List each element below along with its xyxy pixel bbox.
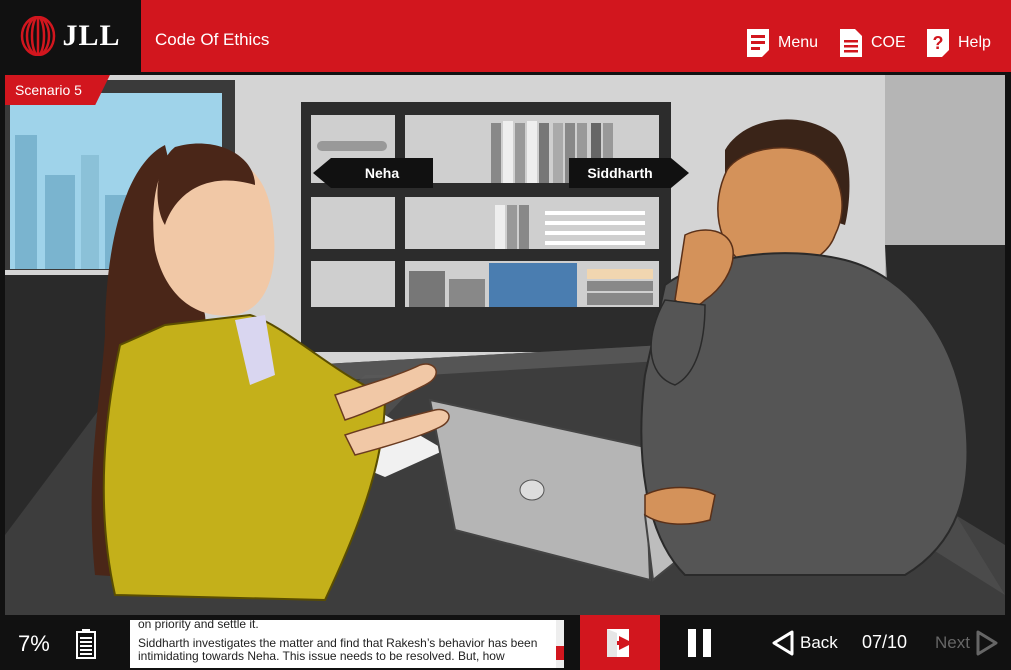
progress-battery-icon (76, 629, 96, 659)
back-arrow-icon (772, 630, 794, 656)
help-label: Help (958, 34, 991, 51)
jll-logo-icon (21, 16, 56, 56)
document-icon (840, 29, 862, 57)
menu-icon (747, 29, 769, 57)
back-button[interactable]: Back (772, 629, 838, 657)
menu-button[interactable]: Menu (746, 28, 818, 58)
help-icon: ? (927, 29, 949, 57)
next-arrow-icon (976, 630, 998, 656)
player-controls: 7% on priority and settle it. Siddharth … (0, 615, 1011, 670)
page-counter: 07/10 (862, 632, 908, 652)
next-button[interactable]: Next (935, 629, 998, 657)
character-name-siddharth: Siddharth (569, 158, 689, 188)
svg-text:?: ? (933, 33, 944, 53)
header-bar: JLL Code Of Ethics Menu COE ? Help (0, 0, 1011, 72)
office-meeting-illustration (5, 75, 1005, 615)
course-title: Code Of Ethics (155, 30, 270, 49)
logo-text: JLL (62, 19, 121, 52)
transcript-scroll-thumb[interactable] (556, 646, 564, 660)
back-label: Back (800, 633, 838, 652)
scenario-label: Scenario 5 (5, 75, 110, 105)
transcript-scrollbar[interactable] (556, 620, 564, 668)
pause-icon-bar-right (703, 629, 711, 657)
next-label: Next (935, 633, 970, 652)
transcript-box[interactable]: on priority and settle it. Siddharth inv… (130, 620, 556, 668)
character-name-neha: Neha (313, 158, 433, 188)
transcript-line-previous: on priority and settle it. (138, 620, 259, 631)
scenario-stage: Scenario 5 Neha Siddharth (5, 75, 1005, 615)
pause-button[interactable] (688, 629, 712, 657)
help-button[interactable]: ? Help (926, 28, 991, 58)
transcript-line-current: Siddharth investigates the matter and fi… (138, 636, 538, 663)
exit-button[interactable] (580, 615, 660, 670)
coe-button[interactable]: COE (839, 28, 906, 58)
pause-icon-bar-left (688, 629, 696, 657)
jll-logo: JLL (0, 0, 141, 72)
coe-label: COE (871, 34, 906, 51)
exit-icon (607, 628, 633, 657)
progress-percent: 7% (18, 631, 50, 656)
menu-label: Menu (778, 34, 819, 51)
